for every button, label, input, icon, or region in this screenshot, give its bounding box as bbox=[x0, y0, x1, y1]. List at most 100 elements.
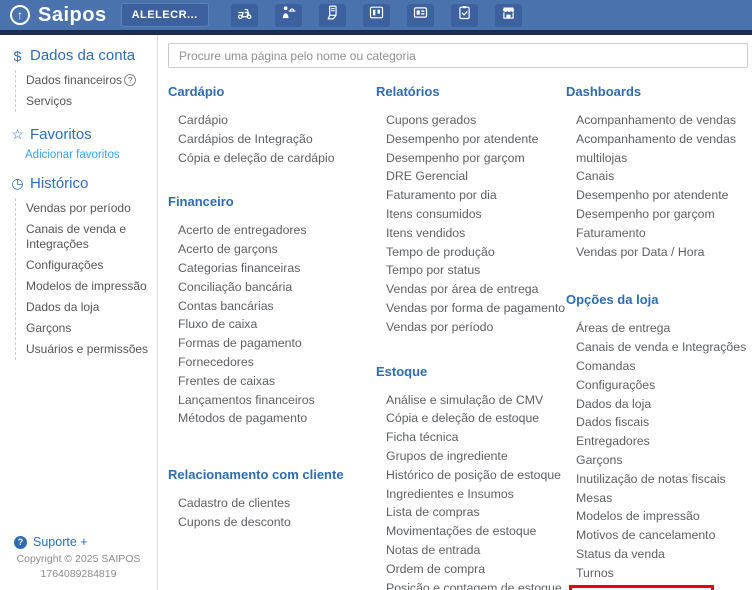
menu-item[interactable]: Métodos de pagamento bbox=[168, 409, 376, 428]
menu-section-title: Relatórios bbox=[376, 84, 566, 99]
screen-layout-button[interactable] bbox=[407, 4, 434, 27]
menu-item[interactable]: Cupons de desconto bbox=[168, 513, 376, 532]
menu-column: Relatórios Cupons geradosDesempenho por a… bbox=[376, 84, 566, 590]
sidebar-section-header[interactable]: $ Dados da conta bbox=[10, 47, 157, 64]
menu-item[interactable]: Lista de compras bbox=[376, 503, 566, 522]
menu-item[interactable]: Acompanhamento de vendas multilojas bbox=[566, 130, 747, 168]
menu-item[interactable]: Desempenho por atendente bbox=[566, 186, 747, 205]
payment-terminal-button[interactable] bbox=[319, 4, 346, 27]
delivery-scooter-button[interactable] bbox=[231, 4, 258, 27]
menu-item[interactable]: Cadastro de clientes bbox=[168, 494, 376, 513]
menu-item[interactable]: Garçons bbox=[566, 451, 747, 470]
menu-section-title: Cardápio bbox=[168, 84, 376, 99]
menu-item[interactable]: Itens vendidos bbox=[376, 224, 566, 243]
menu-item[interactable]: Movimentações de estoque bbox=[376, 522, 566, 541]
menu-item[interactable]: Status da venda bbox=[566, 545, 747, 564]
menu-item[interactable]: Análise e simulação de CMV bbox=[376, 391, 566, 410]
menu-item[interactable]: Vendas por período bbox=[376, 318, 566, 337]
clipboard-check-button[interactable] bbox=[451, 4, 478, 27]
sidebar-item[interactable]: Serviços bbox=[26, 91, 157, 112]
payment-terminal-icon bbox=[324, 4, 341, 26]
menu-item[interactable]: Fornecedores bbox=[168, 353, 376, 372]
menu-item[interactable]: Canais bbox=[566, 167, 747, 186]
menu-item[interactable]: Fluxo de caixa bbox=[168, 315, 376, 334]
menu-item[interactable]: Desempenho por garçom bbox=[376, 149, 566, 168]
saipos-logo[interactable]: ↑ Saipos bbox=[10, 4, 107, 27]
menu-item[interactable]: Faturamento bbox=[566, 224, 747, 243]
store-selector-button[interactable]: ALELECR... bbox=[121, 3, 209, 27]
menu-item[interactable]: Motivos de cancelamento bbox=[566, 526, 747, 545]
store-button[interactable] bbox=[495, 4, 522, 27]
search-input[interactable] bbox=[168, 43, 748, 68]
menu-item[interactable]: Acerto de garçons bbox=[168, 240, 376, 259]
sidebar-section-title: Histórico bbox=[30, 175, 88, 192]
kanban-board-button[interactable] bbox=[363, 4, 390, 27]
menu-item[interactable]: Vendas por forma de pagamento bbox=[376, 299, 566, 318]
menu-item[interactable]: Formas de pagamento bbox=[168, 334, 376, 353]
menu-item[interactable]: Tempo de produção bbox=[376, 243, 566, 262]
sidebar-item[interactable]: Vendas por período bbox=[26, 198, 157, 219]
menu-item[interactable]: Frentes de caixas bbox=[168, 372, 376, 391]
menu-item[interactable]: Faturamento por dia bbox=[376, 186, 566, 205]
menu-item[interactable]: Configurações bbox=[566, 376, 747, 395]
sidebar-section-header[interactable]: ◷ Histórico bbox=[10, 175, 157, 192]
waiter-button[interactable] bbox=[275, 4, 302, 27]
menu-item[interactable]: Acerto de entregadores bbox=[168, 221, 376, 240]
menu-item[interactable]: Turnos bbox=[566, 564, 747, 583]
sidebar-item[interactable]: Configurações bbox=[26, 255, 157, 276]
menu-item[interactable]: Acompanhamento de vendas bbox=[566, 111, 747, 130]
menu-item-highlighted[interactable]: Usuários e permissões bbox=[569, 585, 714, 590]
menu-item[interactable]: Mesas bbox=[566, 489, 747, 508]
add-favorites-link[interactable]: Adicionar favoritos bbox=[25, 149, 157, 161]
menu-item[interactable]: Entregadores bbox=[566, 432, 747, 451]
sidebar-footer: ? Suporte + Copyright © 2025 SAIPOS 1764… bbox=[0, 535, 157, 582]
sidebar-item[interactable]: Modelos de impressão bbox=[26, 276, 157, 297]
menu-item[interactable]: Lançamentos financeiros bbox=[168, 391, 376, 410]
sidebar-item[interactable]: Usuários e permissões bbox=[26, 339, 157, 360]
menu-item[interactable]: Ficha técnica bbox=[376, 428, 566, 447]
menu-item[interactable]: DRE Gerencial bbox=[376, 167, 566, 186]
menu-item[interactable]: Comandas bbox=[566, 357, 747, 376]
menu-column: CardápioCardápioCardápios de IntegraçãoC… bbox=[168, 84, 376, 590]
menu-item[interactable]: Áreas de entrega bbox=[566, 319, 747, 338]
sidebar-section-header[interactable]: ☆ Favoritos bbox=[10, 126, 157, 143]
menu-item[interactable]: Modelos de impressão bbox=[566, 507, 747, 526]
menu-item[interactable]: Dados da loja bbox=[566, 395, 747, 414]
menu-item[interactable]: Itens consumidos bbox=[376, 205, 566, 224]
support-link[interactable]: ? Suporte + bbox=[0, 535, 157, 549]
kanban-board-icon bbox=[368, 4, 385, 26]
menu-item[interactable]: Cardápio bbox=[168, 111, 376, 130]
menu-item[interactable]: Canais de venda e Integrações bbox=[566, 338, 747, 357]
menu-item[interactable]: Tempo por status bbox=[376, 261, 566, 280]
menu-item[interactable]: Ingredientes e Insumos bbox=[376, 485, 566, 504]
help-circle-icon: ? bbox=[124, 74, 136, 86]
menu-item[interactable]: Cópia e deleção de estoque bbox=[376, 409, 566, 428]
menu-item[interactable]: Vendas por Data / Hora bbox=[566, 243, 747, 262]
menu-item[interactable]: Grupos de ingrediente bbox=[376, 447, 566, 466]
menu-item[interactable]: Posição e contagem de estoque bbox=[376, 579, 566, 590]
menu-item[interactable]: Inutilização de notas fiscais bbox=[566, 470, 747, 489]
menu-item[interactable]: Conciliação bancária bbox=[168, 278, 376, 297]
page-content: $ Dados da conta Dados financeiros?Serviç… bbox=[0, 35, 752, 590]
menu-item[interactable]: Vendas por área de entrega bbox=[376, 280, 566, 299]
menu-item[interactable]: Desempenho por atendente bbox=[376, 130, 566, 149]
menu-item[interactable]: Contas bancárias bbox=[168, 297, 376, 316]
menu-item[interactable]: Notas de entrada bbox=[376, 541, 566, 560]
menu-item[interactable]: Cupons gerados bbox=[376, 111, 566, 130]
menu-item[interactable]: Histórico de posição de estoque bbox=[376, 466, 566, 485]
star-icon: ☆ bbox=[10, 126, 25, 143]
top-navigation-bar: ↑ Saipos ALELECR... bbox=[0, 0, 752, 30]
menu-item[interactable]: Cardápios de Integração bbox=[168, 130, 376, 149]
sidebar-item[interactable]: Dados financeiros? bbox=[26, 70, 157, 91]
menu-item[interactable]: Cópia e deleção de cardápio bbox=[168, 149, 376, 168]
menu-item[interactable]: Ordem de compra bbox=[376, 560, 566, 579]
sidebar-item[interactable]: Dados da loja bbox=[26, 297, 157, 318]
support-label: Suporte + bbox=[33, 535, 88, 549]
sidebar-item[interactable]: Canais de venda e Integrações bbox=[26, 219, 157, 255]
menu-item[interactable]: Desempenho por garçom bbox=[566, 205, 747, 224]
menu-section: FinanceiroAcerto de entregadoresAcerto d… bbox=[168, 194, 376, 428]
menu-item[interactable]: Dados fiscais bbox=[566, 413, 747, 432]
screen-layout-icon bbox=[412, 4, 429, 26]
sidebar-item[interactable]: Garçons bbox=[26, 318, 157, 339]
menu-item[interactable]: Categorias financeiras bbox=[168, 259, 376, 278]
